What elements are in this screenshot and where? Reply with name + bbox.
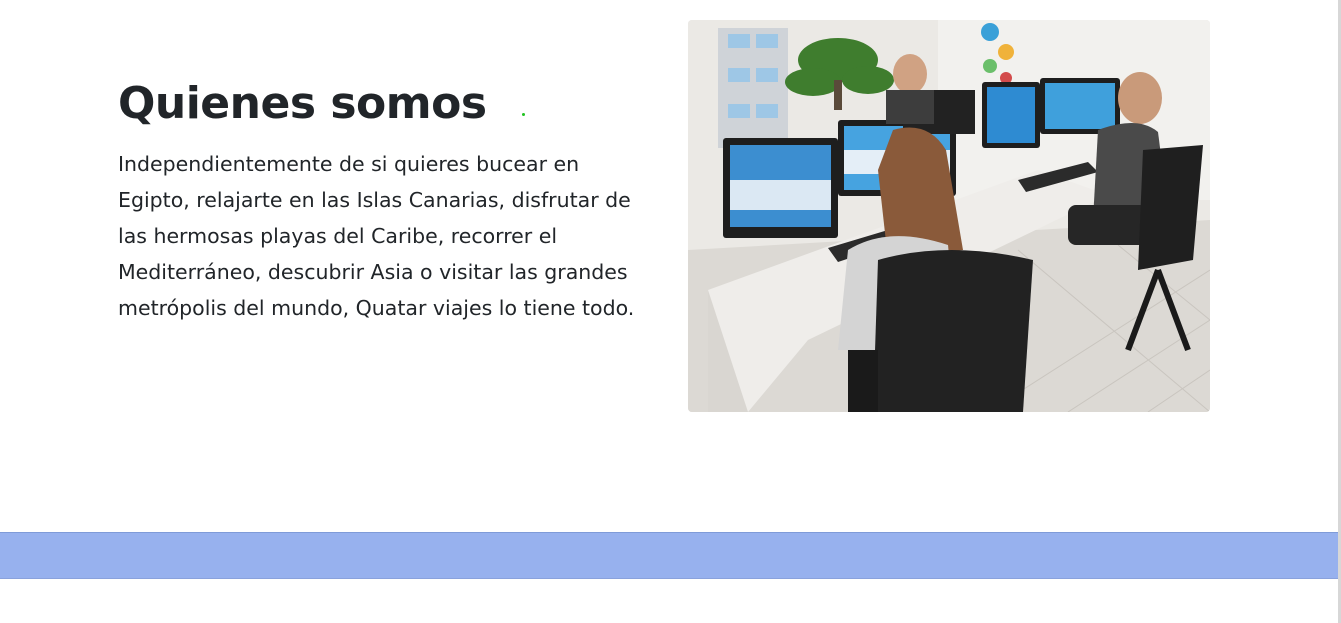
about-section: Quienes somos Independientemente de si q…: [0, 0, 1338, 532]
accent-dot: [522, 113, 525, 116]
page: Quienes somos Independientemente de si q…: [0, 0, 1341, 623]
about-description: Independientemente de si quieres bucear …: [118, 152, 635, 320]
next-section: [0, 579, 1338, 623]
about-title: Quienes somos: [118, 78, 487, 129]
office-photo-illustration: [688, 20, 1210, 412]
office-photo: [688, 20, 1210, 412]
section-divider-band: [0, 532, 1338, 579]
